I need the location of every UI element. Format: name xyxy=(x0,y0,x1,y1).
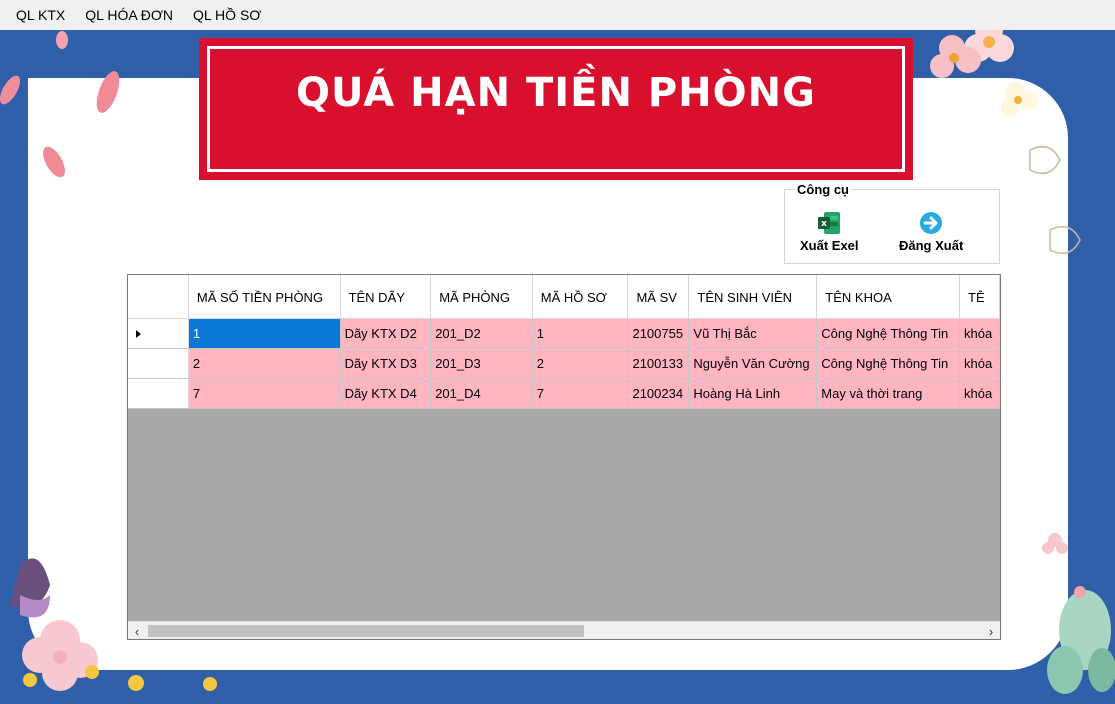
row-header[interactable] xyxy=(128,378,189,409)
table-cell[interactable]: khóa xyxy=(959,318,1000,349)
column-header-ma-so-tien-phong[interactable]: MÃ SỐ TIỀN PHÒNG xyxy=(188,275,341,319)
row-header[interactable] xyxy=(128,348,189,379)
table-cell[interactable]: 201_D2 xyxy=(430,318,533,349)
export-excel-label: Xuất Exel xyxy=(800,238,859,253)
logout-button[interactable]: Đăng Xuất xyxy=(899,210,963,253)
column-header-ma-ho-so[interactable]: MÃ HỒ SƠ xyxy=(532,275,629,319)
column-header-ten-day[interactable]: TÊN DÃY xyxy=(340,275,432,319)
column-header-ma-sv[interactable]: MÃ SV xyxy=(627,275,690,319)
table-cell[interactable]: khóa xyxy=(959,348,1000,379)
table-row[interactable]: 7 Dãy KTX D4 201_D4 7 2100234 Hoàng Hà L… xyxy=(128,378,1000,409)
table-cell[interactable]: 2100133 xyxy=(627,348,690,379)
table-cell[interactable]: 2 xyxy=(188,348,341,379)
table-cell[interactable]: 2100234 xyxy=(627,378,690,409)
horizontal-scrollbar[interactable]: ‹ › xyxy=(128,621,1000,639)
page-title: QUÁ HẠN TIỀN PHÒNG xyxy=(296,70,816,116)
table-cell[interactable]: Vũ Thị Bắc xyxy=(688,318,818,349)
menu-ql-ho-so[interactable]: QL HỒ SƠ xyxy=(183,0,271,30)
scroll-left-icon[interactable]: ‹ xyxy=(128,622,146,639)
table-cell[interactable]: 2 xyxy=(532,348,629,379)
banner-border: QUÁ HẠN TIỀN PHÒNG xyxy=(207,46,905,172)
table-cell[interactable]: May và thời trang xyxy=(816,378,961,409)
table-cell[interactable]: Hoàng Hà Linh xyxy=(688,378,818,409)
overdue-data-grid[interactable]: MÃ SỐ TIỀN PHÒNG TÊN DÃY MÃ PHÒNG MÃ HỒ … xyxy=(127,274,1001,640)
title-banner: QUÁ HẠN TIỀN PHÒNG xyxy=(199,38,913,180)
excel-icon: x xyxy=(818,212,841,234)
scroll-right-icon[interactable]: › xyxy=(982,622,1000,639)
table-cell[interactable]: Công Nghệ Thông Tin xyxy=(816,348,961,379)
petals-decoration xyxy=(0,31,120,178)
cactus-decoration xyxy=(1042,533,1115,694)
column-header-ten-khoa[interactable]: TÊN KHOA xyxy=(816,275,961,319)
menu-bar: QL KTX QL HÓA ĐƠN QL HỒ SƠ xyxy=(0,0,1115,30)
row-header[interactable] xyxy=(128,318,189,349)
table-cell[interactable]: 1 xyxy=(188,318,341,349)
table-row[interactable]: 2 Dãy KTX D3 201_D3 2 2100133 Nguyễn Văn… xyxy=(128,348,1000,379)
svg-text:x: x xyxy=(821,219,827,229)
table-cell[interactable]: 7 xyxy=(188,378,341,409)
grid-table: MÃ SỐ TIỀN PHÒNG TÊN DÃY MÃ PHÒNG MÃ HỒ … xyxy=(128,275,1000,409)
tools-group: Công cụ x Xuất Exel Đăng Xuất xyxy=(784,182,1000,264)
table-cell[interactable]: 2100755 xyxy=(627,318,690,349)
table-cell[interactable]: Nguyễn Văn Cường xyxy=(688,348,818,379)
table-cell[interactable]: Dãy KTX D2 xyxy=(340,318,432,349)
table-cell[interactable]: Dãy KTX D3 xyxy=(340,348,432,379)
scroll-thumb[interactable] xyxy=(148,625,584,637)
menu-ql-hoa-don[interactable]: QL HÓA ĐƠN xyxy=(75,0,183,30)
logout-label: Đăng Xuất xyxy=(899,238,964,253)
table-cell[interactable]: 201_D3 xyxy=(430,348,533,379)
table-cell[interactable]: Dãy KTX D4 xyxy=(340,378,432,409)
table-row[interactable]: 1 Dãy KTX D2 201_D2 1 2100755 Vũ Thị Bắc… xyxy=(128,318,1000,349)
column-header-truncated[interactable]: TÊ xyxy=(959,275,1000,319)
grid-header-row: MÃ SỐ TIỀN PHÒNG TÊN DÃY MÃ PHÒNG MÃ HỒ … xyxy=(128,275,1000,319)
table-cell[interactable]: 7 xyxy=(532,378,629,409)
table-cell[interactable]: Công Nghệ Thông Tin xyxy=(816,318,961,349)
tools-group-label: Công cụ xyxy=(795,182,851,197)
current-row-arrow-icon xyxy=(136,329,141,338)
column-header-ten-sinh-vien[interactable]: TÊN SINH VIÊN xyxy=(688,275,818,319)
table-cell[interactable]: khóa xyxy=(959,378,1000,409)
table-cell[interactable]: 201_D4 xyxy=(430,378,533,409)
column-header-ma-phong[interactable]: MÃ PHÒNG xyxy=(430,275,533,319)
export-excel-button[interactable]: x Xuất Exel xyxy=(800,210,859,253)
row-header-corner xyxy=(128,275,189,319)
menu-ql-ktx[interactable]: QL KTX xyxy=(6,0,75,30)
arrow-right-circle-icon xyxy=(920,212,943,234)
table-cell[interactable]: 1 xyxy=(532,318,629,349)
